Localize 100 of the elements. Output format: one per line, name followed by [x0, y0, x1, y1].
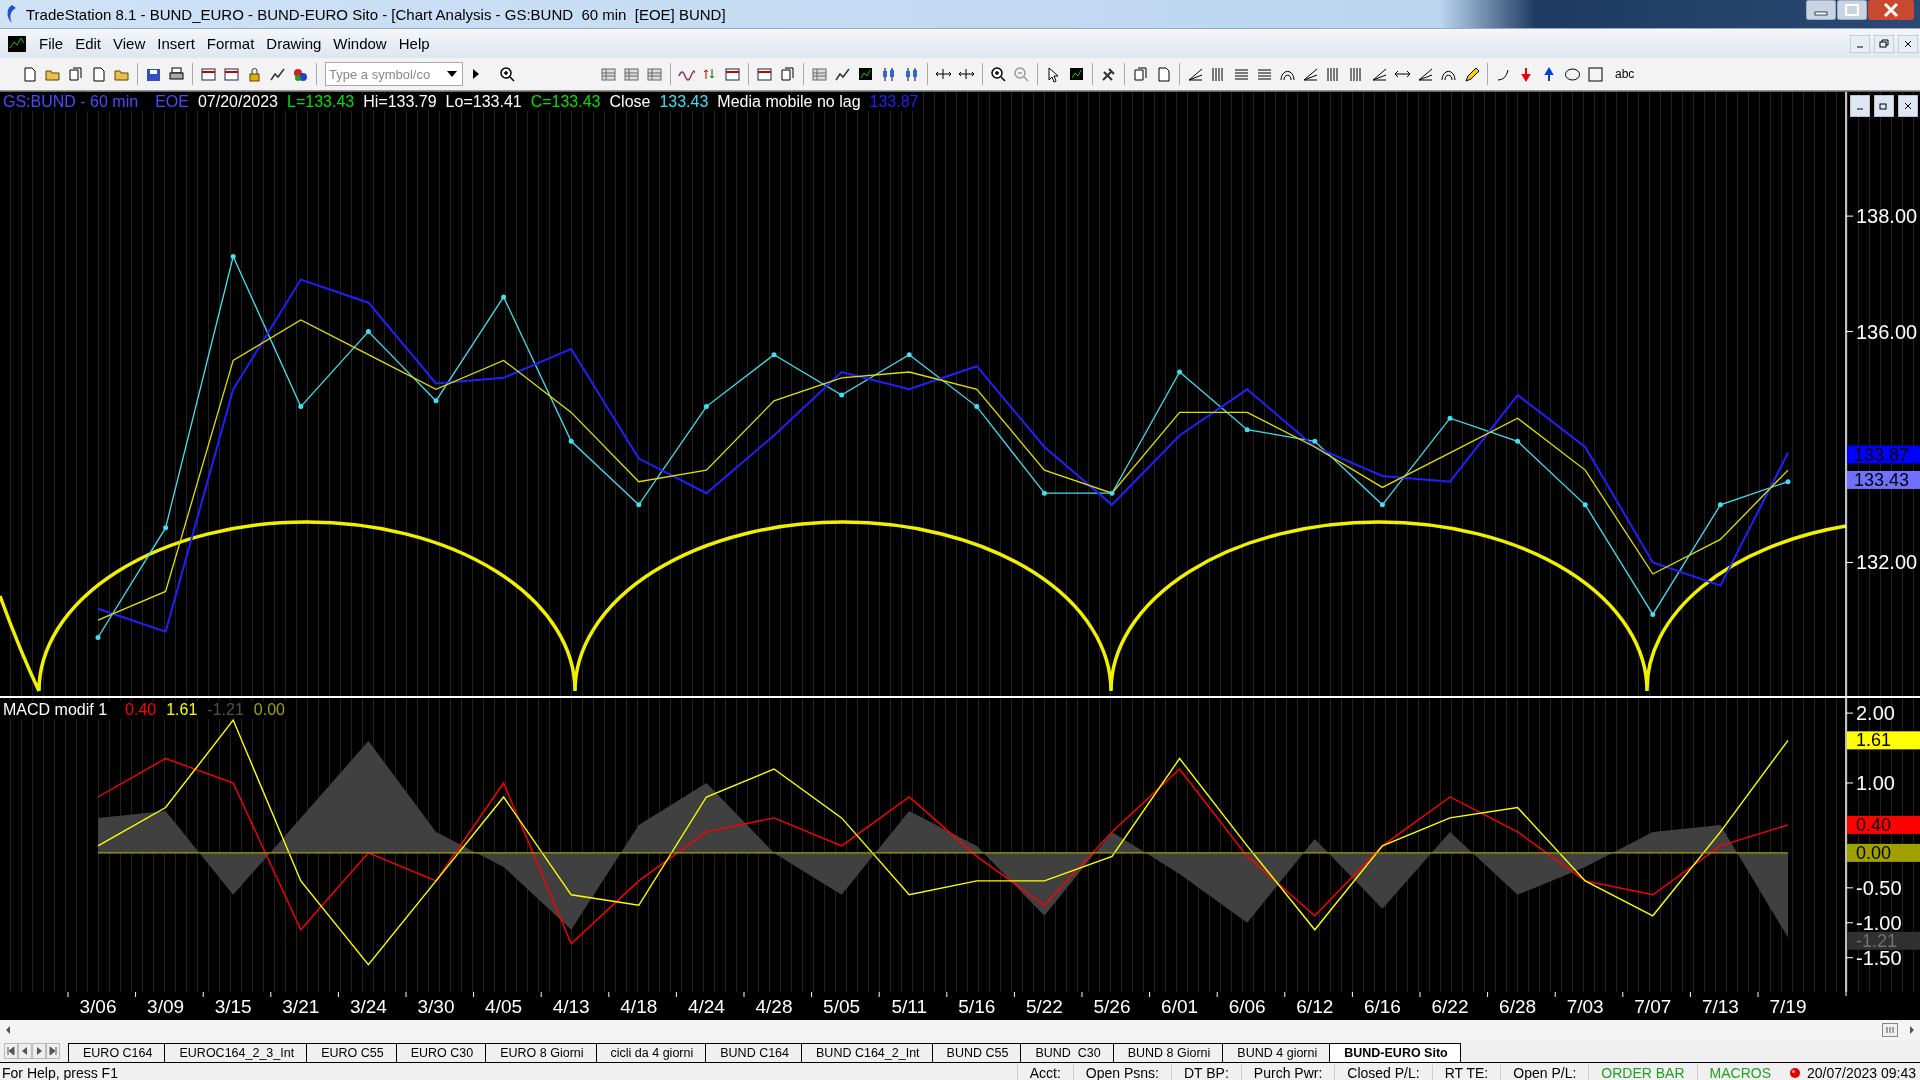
date-label: 3/09: [147, 996, 185, 1017]
scroll-thumb-icon[interactable]: [1882, 1023, 1898, 1037]
grid-icon[interactable]: [623, 65, 640, 83]
status-field: DT BP:: [1170, 1065, 1241, 1080]
candle-icon[interactable]: [880, 65, 897, 83]
legend-text: C=133.43: [530, 93, 601, 111]
sheet-tab[interactable]: EUROC164_2_3_Int: [164, 1043, 307, 1062]
grid-icon[interactable]: [646, 65, 663, 83]
sheet-tab[interactable]: BUND-EURO Sito: [1329, 1043, 1461, 1062]
next-tab-icon[interactable]: [32, 1043, 46, 1059]
sheet-tab[interactable]: EURO C55: [306, 1043, 396, 1062]
window-icon[interactable]: [200, 65, 217, 83]
sheet-tab[interactable]: BUND 4 giorni: [1222, 1043, 1330, 1062]
dropdown-icon[interactable]: [447, 71, 457, 77]
rectangle-icon[interactable]: [1587, 65, 1604, 83]
clock-text: 20/07/2023 09:43: [1807, 1065, 1917, 1080]
date-label: 3/21: [282, 996, 320, 1017]
text-tool[interactable]: abc: [1615, 67, 1635, 81]
grid-icon[interactable]: [600, 65, 617, 83]
sheet-tab[interactable]: BUND C55: [931, 1043, 1021, 1062]
menu-item[interactable]: Insert: [154, 35, 204, 52]
legend-text: 0.00: [253, 701, 285, 719]
menu-item[interactable]: Edit: [72, 35, 111, 52]
status-field: RT TE:: [1431, 1065, 1501, 1080]
legend-text: 07/20/2023: [197, 93, 278, 111]
price-tag: 133.43: [1847, 469, 1920, 490]
date-label: 3/06: [79, 996, 117, 1017]
sheet-tab[interactable]: BUND 8 Giorni: [1112, 1043, 1223, 1062]
date-label: 6/06: [1228, 996, 1266, 1017]
menu-item[interactable]: Window: [330, 35, 396, 52]
help-text: For Help, press F1: [1, 1065, 118, 1080]
date-label: 5/22: [1025, 996, 1063, 1017]
restore-icon[interactable]: [1874, 34, 1894, 53]
zoom-out-icon[interactable]: [1013, 65, 1030, 83]
tools-icon[interactable]: [1100, 65, 1117, 83]
close-icon[interactable]: [1898, 95, 1918, 117]
candle-icon[interactable]: [903, 65, 920, 83]
page-icon[interactable]: [90, 65, 107, 83]
date-label: 7/03: [1566, 996, 1604, 1017]
date-label: 4/24: [687, 996, 725, 1017]
previous-tab-icon[interactable]: [18, 1043, 32, 1059]
window-icon[interactable]: [756, 65, 773, 83]
legend-text: 0.40: [125, 701, 157, 719]
menu-item[interactable]: Drawing: [263, 35, 331, 52]
ellipse-icon[interactable]: [1564, 65, 1581, 83]
page-icon[interactable]: [21, 65, 38, 83]
menu-item[interactable]: Help: [395, 35, 439, 52]
menu-item[interactable]: View: [110, 35, 155, 52]
sheet-tab[interactable]: BUND C164: [705, 1043, 802, 1062]
sheet-tab[interactable]: BUND C164_2_Int: [801, 1043, 932, 1062]
close-icon[interactable]: [1898, 34, 1918, 53]
date-label: 7/07: [1634, 996, 1672, 1017]
copy-icon[interactable]: [779, 65, 796, 83]
magnifier-icon[interactable]: [499, 65, 516, 83]
status-field: MACROS: [1696, 1065, 1783, 1080]
zoom-in-icon[interactable]: [990, 65, 1007, 83]
status-field: Open P/L:: [1500, 1065, 1589, 1080]
axis-label: -0.50: [1856, 876, 1902, 899]
window-icon[interactable]: [223, 65, 240, 83]
date-label: 7/19: [1769, 996, 1807, 1017]
date-label: 4/18: [620, 996, 658, 1017]
axis-label: 1.00: [1856, 772, 1895, 794]
window-icon[interactable]: [724, 65, 741, 83]
minimize-icon[interactable]: [1850, 34, 1870, 53]
legend-text: 1.61: [166, 701, 198, 719]
legend-text: 133.87: [869, 93, 919, 111]
legend-text: EOE: [155, 93, 189, 111]
sheet-tab[interactable]: EURO 8 Giorni: [485, 1043, 596, 1062]
legend-text: Media mobile no lag: [717, 93, 861, 111]
date-label: 7/13: [1701, 996, 1739, 1017]
menu-item[interactable]: File: [36, 35, 73, 52]
date-label: 5/26: [1093, 996, 1131, 1017]
date-label: 5/11: [891, 996, 927, 1017]
symbol-field[interactable]: Type a symbol/co: [325, 62, 463, 86]
price-tag: 133.87: [1847, 444, 1920, 465]
legend-text: 133.43: [659, 93, 709, 111]
first-tab-icon[interactable]: [4, 1043, 18, 1059]
copy-icon[interactable]: [1132, 65, 1149, 83]
status-field: Acct:: [1016, 1065, 1073, 1080]
monitor-icon[interactable]: [1068, 65, 1085, 83]
sheet-tab[interactable]: cicli da 4 giorni: [595, 1043, 706, 1062]
play-icon[interactable]: [473, 69, 479, 79]
value-tag: 0.00: [1847, 842, 1920, 863]
legend-text: GS:BUND - 60 min: [3, 93, 139, 111]
lock-icon[interactable]: [246, 65, 263, 83]
printer-icon[interactable]: [168, 65, 185, 83]
sheet-tab[interactable]: BUND C30: [1020, 1043, 1113, 1062]
copy-icon[interactable]: [67, 65, 84, 83]
scroll-left-icon[interactable]: [4, 1025, 12, 1035]
sheet-tab[interactable]: EURO C164: [68, 1043, 165, 1062]
page-icon[interactable]: [1155, 65, 1172, 83]
sheet-tab[interactable]: EURO C30: [395, 1043, 486, 1062]
pencil-icon[interactable]: [1463, 65, 1480, 83]
scroll-right-icon[interactable]: [1908, 1025, 1916, 1035]
legend-text: MACD modif 1: [3, 701, 108, 719]
maximize-icon[interactable]: [1837, 0, 1867, 20]
last-tab-icon[interactable]: [46, 1043, 60, 1059]
minimize-icon[interactable]: [1850, 95, 1870, 117]
menu-item[interactable]: Format: [203, 35, 264, 52]
monitor-icon[interactable]: [857, 65, 874, 83]
